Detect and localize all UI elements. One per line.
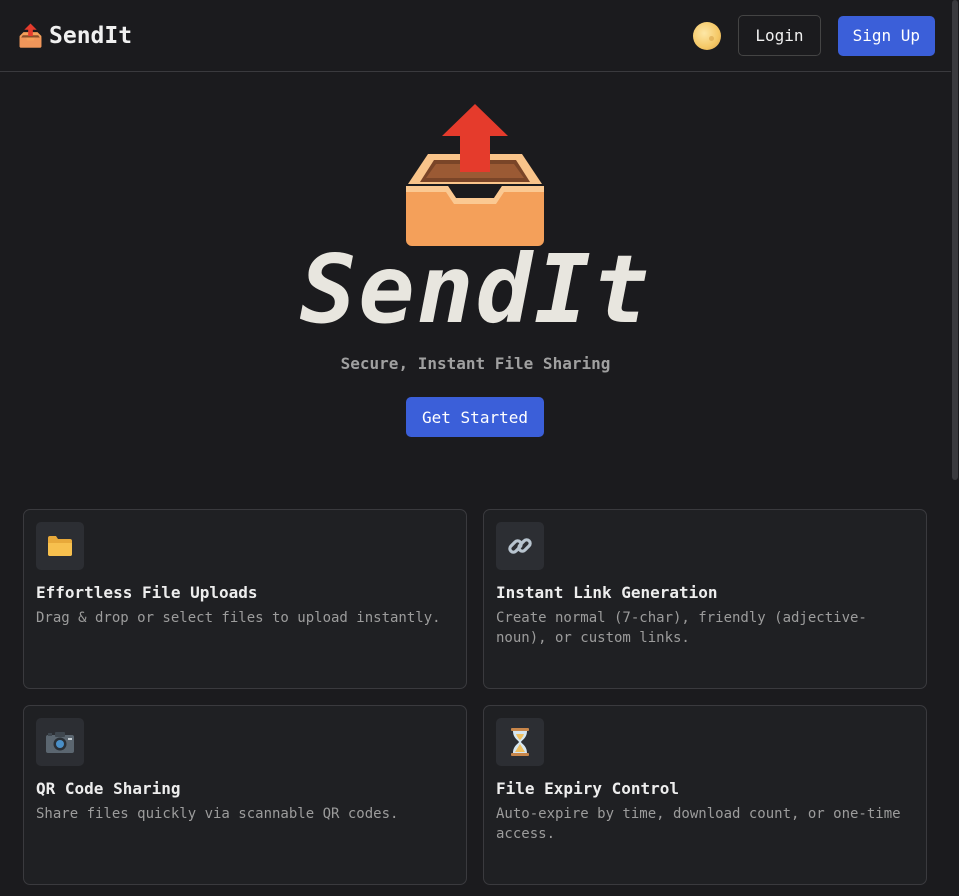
get-started-button[interactable]: Get Started <box>406 397 544 437</box>
navbar: SendIt Login Sign Up <box>0 0 951 72</box>
page: SendIt Login Sign Up SendIt Secure, Inst… <box>0 0 959 896</box>
moon-icon[interactable] <box>693 21 722 50</box>
nav-actions: Login Sign Up <box>693 15 935 56</box>
scrollbar[interactable] <box>951 0 959 896</box>
hero-subtitle: Secure, Instant File Sharing <box>340 354 611 373</box>
signup-button[interactable]: Sign Up <box>837 15 935 56</box>
feature-description: Auto-expire by time, download count, or … <box>496 806 901 842</box>
feature-description: Drag & drop or select files to upload in… <box>36 610 441 626</box>
brand-name: SendIt <box>49 22 133 49</box>
feature-card-uploads: Effortless File Uploads Drag & drop or s… <box>23 509 467 689</box>
scrollbar-thumb[interactable] <box>952 0 958 480</box>
feature-description: Create normal (7-char), friendly (adject… <box>496 610 867 646</box>
feature-title: Effortless File Uploads <box>36 583 258 602</box>
folder-icon <box>36 522 84 570</box>
login-button[interactable]: Login <box>738 15 821 56</box>
brand[interactable]: SendIt <box>16 22 132 50</box>
hero-title: SendIt <box>299 236 652 345</box>
feature-card-links: Instant Link Generation Create normal (7… <box>483 509 927 689</box>
feature-card-qr: QR Code Sharing Share files quickly via … <box>23 705 467 885</box>
outbox-tray-icon <box>406 104 544 246</box>
feature-title: Instant Link Generation <box>496 583 718 602</box>
hourglass-icon <box>496 718 544 766</box>
feature-card-expiry: File Expiry Control Auto-expire by time,… <box>483 705 927 885</box>
feature-title: File Expiry Control <box>496 779 680 798</box>
feature-title: QR Code Sharing <box>36 779 181 798</box>
outbox-tray-icon <box>19 23 42 48</box>
feature-description: Share files quickly via scannable QR cod… <box>36 806 399 822</box>
camera-icon <box>36 718 84 766</box>
link-icon <box>496 522 544 570</box>
